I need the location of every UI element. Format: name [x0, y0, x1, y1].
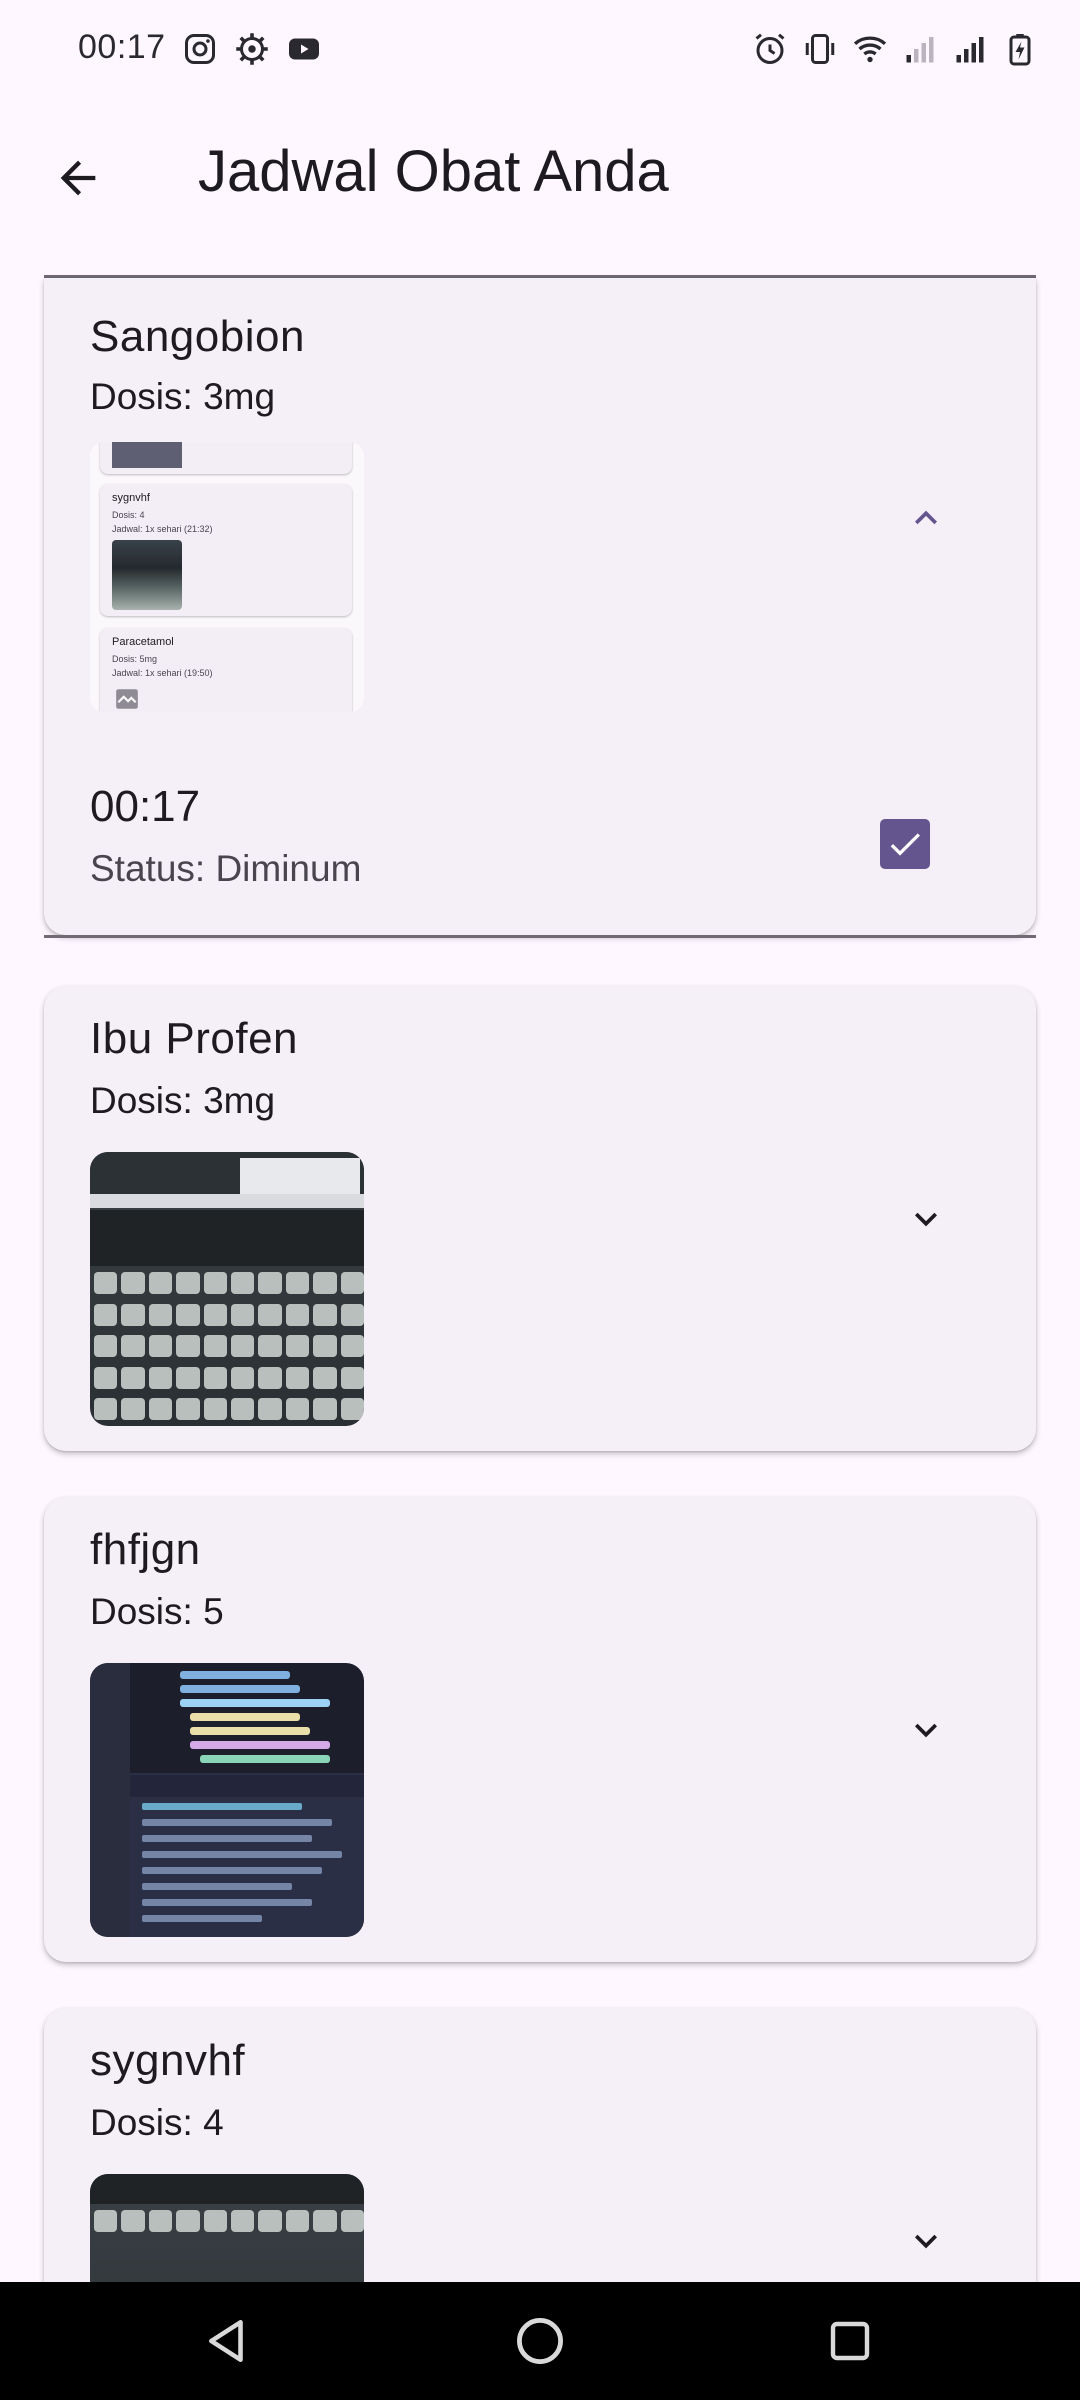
medicine-dose: Dosis: 5 [90, 1591, 224, 1632]
nav-home-button[interactable] [505, 2306, 575, 2376]
medicine-card[interactable]: sygnvhf Dosis: 4 [44, 2008, 1036, 2282]
youtube-icon [289, 38, 319, 60]
medicine-image[interactable] [90, 2174, 364, 2282]
chevron-down-icon [915, 1212, 937, 1227]
broken-image-icon [116, 689, 138, 709]
medicine-image[interactable] [90, 1152, 364, 1426]
mini-name: sygnvhf [112, 492, 150, 504]
chevron-down-icon [915, 1723, 937, 1738]
settings-icon [236, 33, 268, 65]
medicine-image[interactable]: sygnvhf Dosis: 4 Jadwal: 1x sehari (21:3… [90, 442, 364, 712]
schedule-status: Status: Diminum [90, 848, 362, 889]
instagram-icon [185, 34, 215, 64]
app-bar: Jadwal Obat Anda [0, 100, 1080, 250]
vibrate-icon [805, 34, 835, 64]
nav-back-button[interactable] [193, 2306, 263, 2376]
mini-schedule: Jadwal: 1x sehari (19:50) [112, 668, 213, 678]
medicine-card[interactable]: Sangobion Dosis: 3mg sygnvhf Dosis: 4 Ja… [44, 278, 1036, 935]
status-bar: 00:17 [0, 0, 1080, 100]
expand-button[interactable] [896, 1189, 956, 1249]
medicine-name: Sangobion [90, 312, 305, 361]
status-right-icons [752, 30, 1038, 68]
medicine-card[interactable]: Ibu Profen Dosis: 3mg [44, 986, 1036, 1451]
nav-recents-icon [830, 2321, 870, 2361]
medicine-card[interactable]: fhfjgn Dosis: 5 [44, 1497, 1036, 1962]
arrow-back-icon [60, 160, 96, 196]
page-title: Jadwal Obat Anda [198, 139, 669, 204]
status-time: 00:17 [78, 28, 166, 66]
medicine-image[interactable] [90, 1663, 364, 1937]
collapse-button[interactable] [896, 488, 956, 548]
nav-home-icon [517, 2318, 563, 2364]
medicine-dose: Dosis: 3mg [90, 376, 276, 417]
signal-icon [956, 37, 984, 63]
back-button[interactable] [36, 136, 120, 220]
nav-recents-button[interactable] [815, 2306, 885, 2376]
medicine-list[interactable]: Sangobion Dosis: 3mg sygnvhf Dosis: 4 Ja… [0, 270, 1080, 2282]
mini-name: Paracetamol [112, 636, 174, 648]
mini-dose: Dosis: 4 [112, 510, 145, 520]
mini-card [100, 442, 352, 474]
mini-card: Paracetamol Dosis: 5mg Jadwal: 1x sehari… [100, 628, 352, 712]
expand-button[interactable] [896, 1700, 956, 1760]
taken-checkbox[interactable] [880, 819, 930, 869]
schedule-time: 00:17 [90, 782, 201, 831]
chevron-down-icon [915, 2234, 937, 2249]
mini-card: sygnvhf Dosis: 4 Jadwal: 1x sehari (21:3… [100, 484, 352, 616]
wifi-icon [853, 36, 887, 63]
navigation-bar [0, 2282, 1080, 2400]
check-icon [890, 833, 920, 856]
screen: 00:17 Jadwal Obat Anda Sangobion Dosis: … [0, 0, 1080, 2400]
medicine-name: fhfjgn [90, 1525, 201, 1574]
battery-charging-icon [1009, 34, 1031, 66]
nav-back-icon [209, 2319, 243, 2363]
expanded-divider-bottom [44, 935, 1036, 938]
expand-button[interactable] [896, 2211, 956, 2271]
medicine-dose: Dosis: 3mg [90, 1080, 276, 1121]
alarm-icon [755, 33, 785, 64]
medicine-name: Ibu Profen [90, 1014, 299, 1063]
medicine-name: sygnvhf [90, 2036, 246, 2085]
medicine-dose: Dosis: 4 [90, 2102, 224, 2143]
chevron-up-icon [915, 510, 937, 525]
status-left-icons [182, 30, 322, 68]
mini-schedule: Jadwal: 1x sehari (21:32) [112, 524, 213, 534]
signal-weak-icon [906, 37, 934, 63]
mini-dose: Dosis: 5mg [112, 654, 158, 664]
